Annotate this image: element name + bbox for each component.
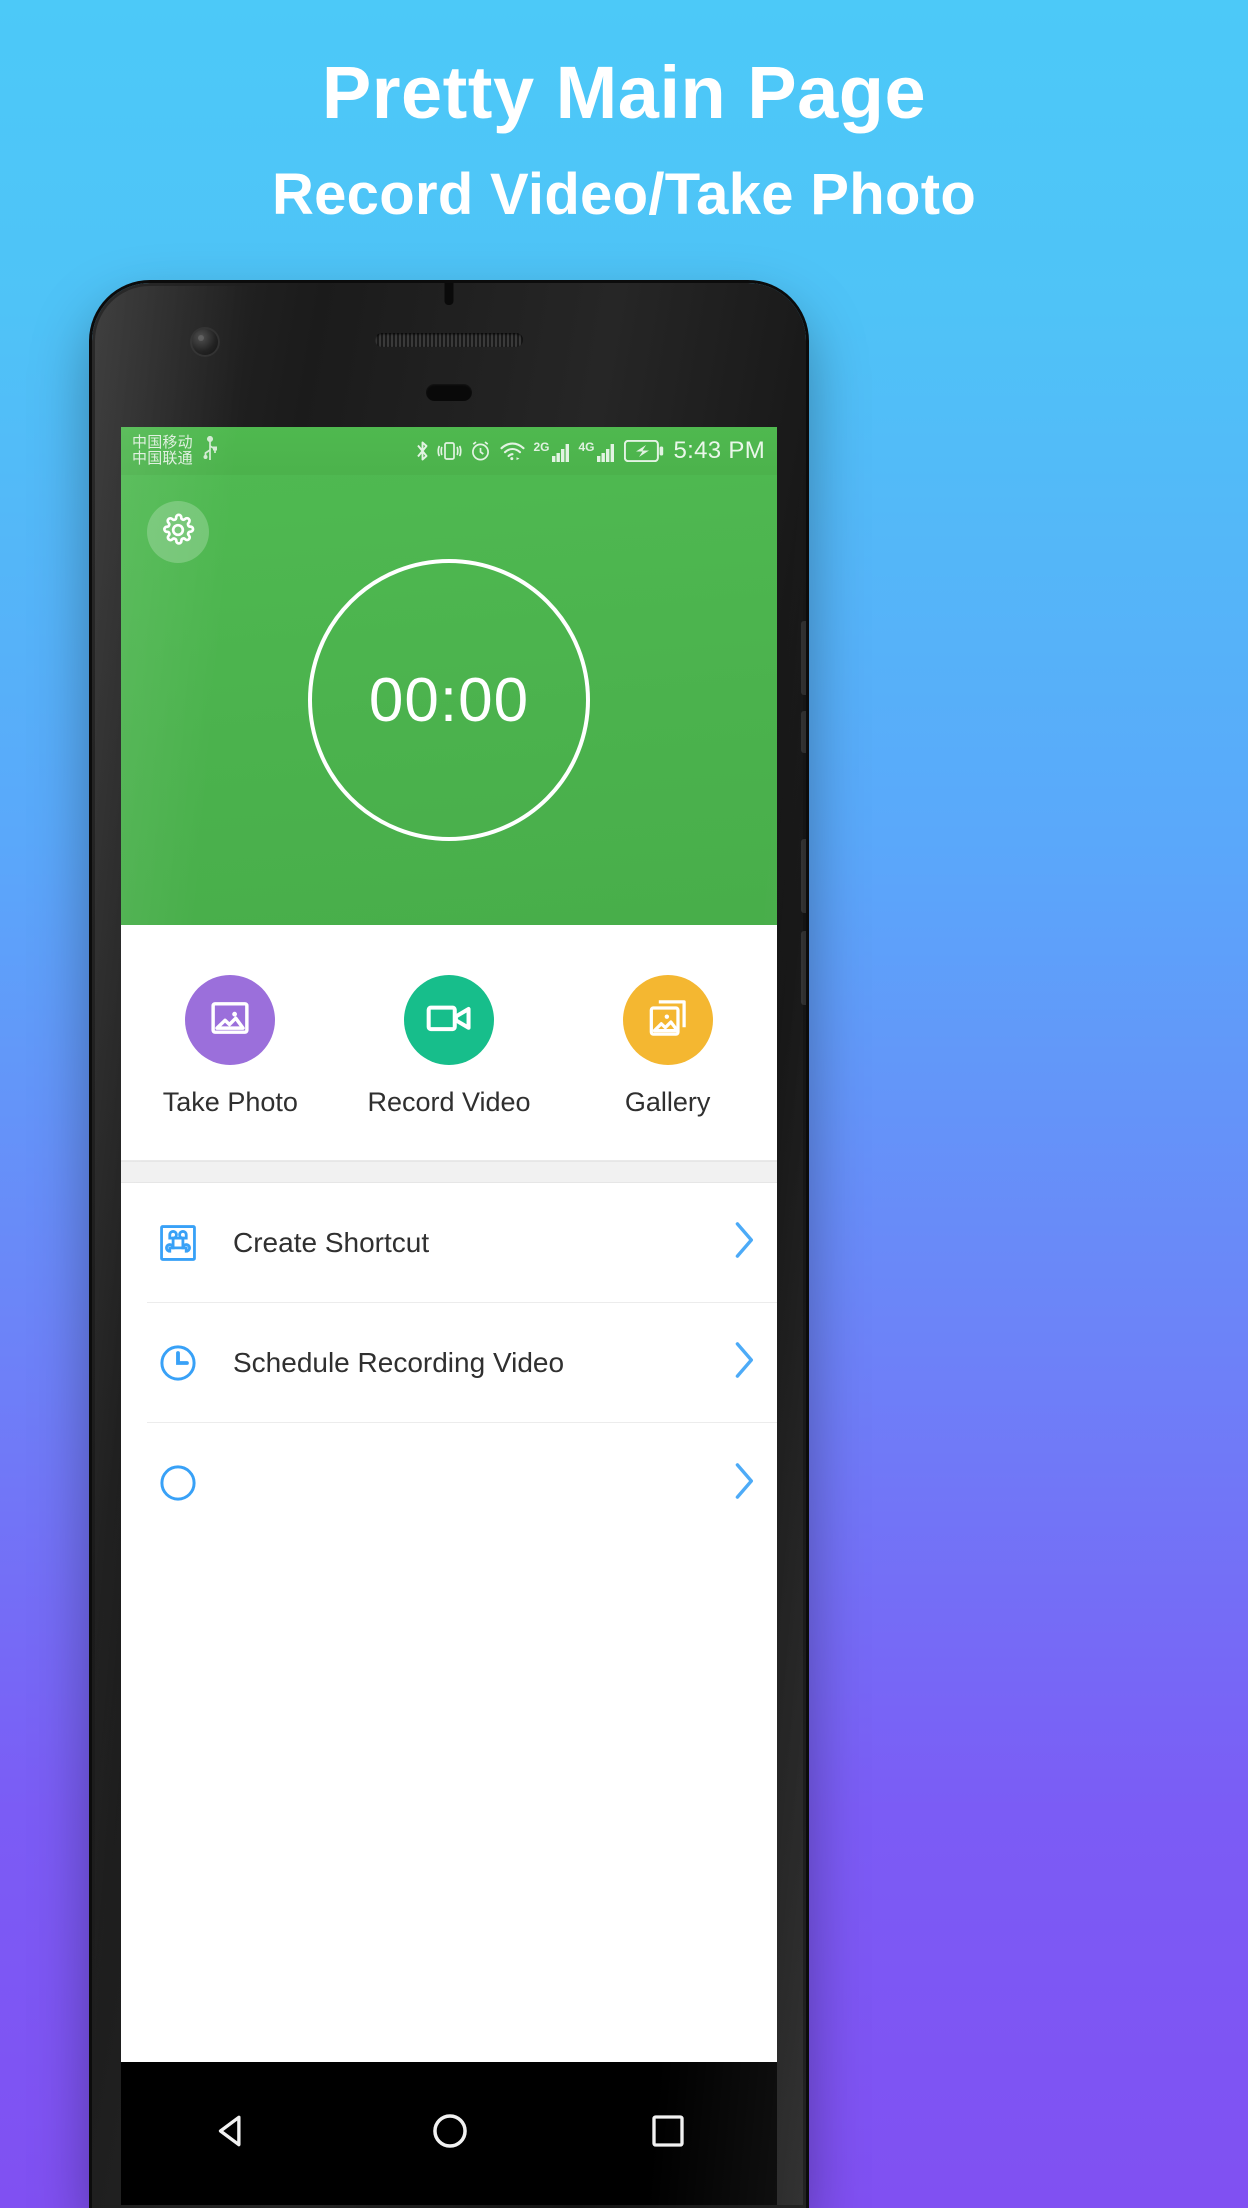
network-1-label: 2G bbox=[533, 439, 550, 454]
gear-icon bbox=[161, 513, 195, 552]
carrier-line-1: 中国移动 bbox=[132, 433, 193, 451]
page-title: Pretty Main Page bbox=[321, 51, 927, 134]
home-circle-icon[interactable] bbox=[429, 2110, 471, 2157]
battery-charging-icon bbox=[623, 440, 664, 462]
shortcut-icon bbox=[147, 1222, 209, 1264]
page-subtitle: Record Video/Take Photo bbox=[271, 162, 977, 227]
schedule-recording-video-label: Schedule Recording Video bbox=[233, 1346, 565, 1378]
side-button-power[interactable] bbox=[801, 839, 806, 913]
action-record-video[interactable]: Record Video bbox=[340, 975, 559, 1118]
side-button-extra[interactable] bbox=[801, 931, 806, 1005]
front-camera bbox=[190, 327, 220, 357]
bluetooth-icon bbox=[415, 439, 430, 463]
gallery-label: Gallery bbox=[624, 1087, 711, 1117]
phone-mockup: 中国移动 中国联通 2G 4G 5:43 PM 00:00 Take Photo… bbox=[92, 283, 806, 2208]
signal-bars-1-icon bbox=[551, 443, 569, 462]
create-shortcut-label: Create Shortcut bbox=[233, 1226, 430, 1258]
recorder-hero: 00:00 bbox=[121, 475, 777, 925]
device-top-nub bbox=[444, 283, 454, 305]
carrier-names: 中国移动 中国联通 bbox=[132, 433, 193, 467]
record-video-label: Record Video bbox=[367, 1087, 531, 1117]
record-timer-ring[interactable]: 00:00 bbox=[308, 559, 590, 841]
partial-icon bbox=[147, 1462, 209, 1504]
video-camera-icon bbox=[424, 995, 474, 1046]
status-bar: 中国移动 中国联通 2G 4G 5:43 PM bbox=[121, 427, 777, 475]
back-triangle-icon[interactable] bbox=[210, 2110, 252, 2157]
recents-square-icon[interactable] bbox=[648, 2111, 688, 2156]
chevron-right-icon bbox=[729, 1459, 759, 1508]
promo-header: Pretty Main Page Record Video/Take Photo bbox=[0, 56, 1248, 224]
take-photo-button[interactable] bbox=[185, 975, 276, 1065]
signal-bars-2-icon bbox=[596, 443, 614, 462]
network-1: 2G bbox=[533, 441, 571, 462]
status-bar-icons: 2G 4G 5:43 PM bbox=[415, 437, 765, 465]
list-item-schedule-recording-video[interactable]: Schedule Recording Video bbox=[147, 1303, 777, 1423]
wifi-icon bbox=[499, 439, 526, 463]
record-video-button[interactable] bbox=[404, 975, 494, 1065]
list-item-partial[interactable] bbox=[147, 1423, 777, 1543]
android-navigation-bar bbox=[121, 2062, 777, 2205]
phone-screen: 中国移动 中国联通 2G 4G 5:43 PM 00:00 Take Photo… bbox=[121, 427, 777, 2062]
list-item-create-shortcut[interactable]: Create Shortcut bbox=[147, 1183, 777, 1303]
quick-actions-row: Take Photo Record Video Gallery bbox=[121, 925, 777, 1161]
settings-button[interactable] bbox=[147, 501, 209, 563]
gallery-button[interactable] bbox=[622, 975, 713, 1065]
settings-list: Create Shortcut Schedule Recording Video bbox=[121, 1183, 777, 1543]
vibrate-icon bbox=[437, 439, 463, 463]
action-gallery[interactable]: Gallery bbox=[558, 975, 777, 1118]
timer-value: 00:00 bbox=[368, 665, 530, 735]
action-take-photo[interactable]: Take Photo bbox=[121, 975, 340, 1118]
top-speaker-grille bbox=[375, 333, 523, 347]
take-photo-label: Take Photo bbox=[162, 1087, 298, 1117]
side-button-volume-down[interactable] bbox=[801, 711, 806, 753]
clock-icon bbox=[147, 1342, 209, 1384]
gallery-icon bbox=[645, 995, 691, 1046]
section-divider bbox=[121, 1161, 777, 1183]
chevron-right-icon bbox=[729, 1338, 759, 1387]
alarm-icon bbox=[469, 439, 492, 463]
status-bar-clock: 5:43 PM bbox=[673, 437, 765, 464]
side-button-volume-up[interactable] bbox=[801, 621, 806, 695]
usb-icon bbox=[201, 435, 219, 467]
network-2-label: 4G bbox=[578, 439, 595, 454]
image-icon bbox=[207, 995, 253, 1046]
carrier-line-2: 中国联通 bbox=[132, 450, 193, 467]
network-2: 4G bbox=[579, 441, 617, 462]
chevron-right-icon bbox=[729, 1218, 759, 1267]
earpiece-speaker bbox=[426, 384, 472, 401]
